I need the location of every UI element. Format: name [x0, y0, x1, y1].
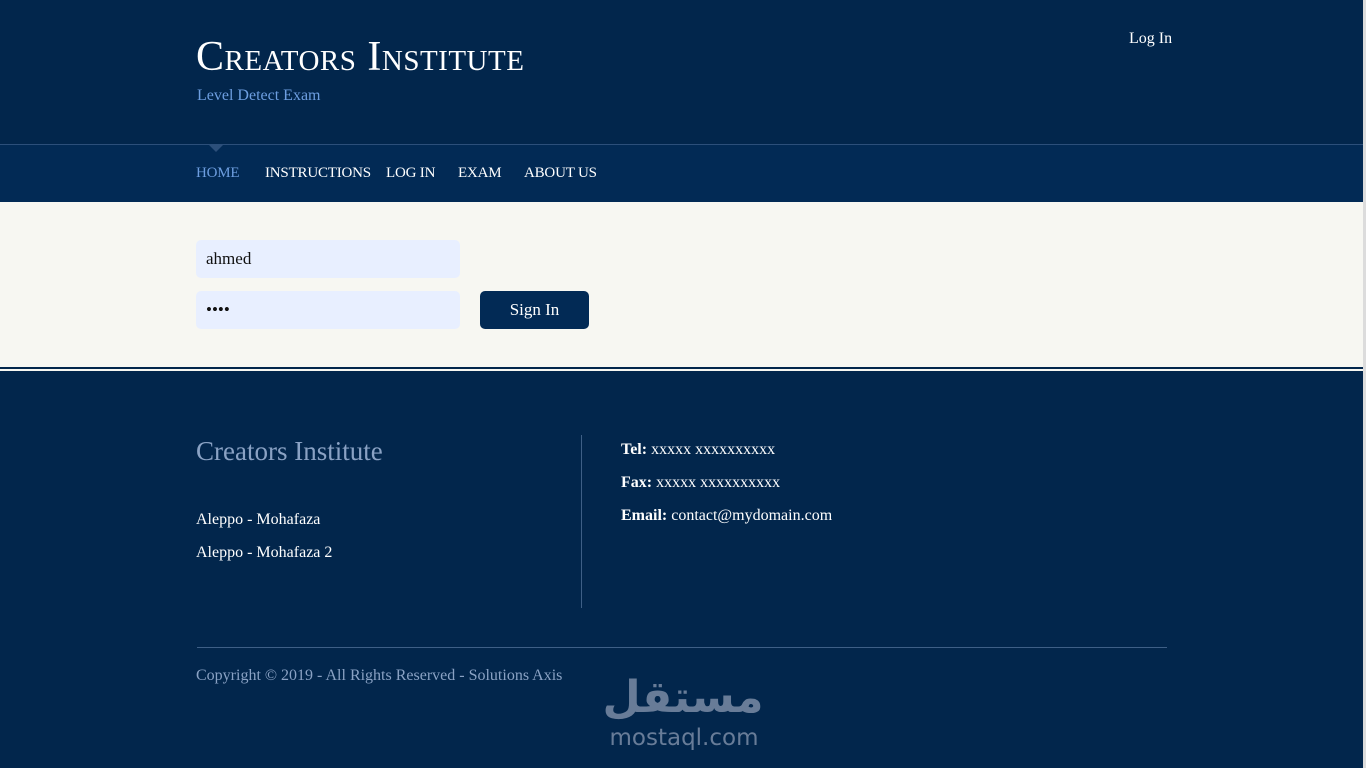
footer-address-1: Aleppo - Mohafaza [196, 511, 321, 528]
fax-label: Fax: [621, 474, 653, 491]
password-input[interactable] [196, 291, 460, 329]
footer-rule [197, 647, 1167, 648]
footer-tel: Tel: xxxxx xxxxxxxxxx [621, 441, 775, 459]
footer-title: Creators Institute [196, 436, 383, 466]
nav-item-exam[interactable]: EXAM [458, 165, 502, 182]
tel-value: xxxxx xxxxxxxxxx [651, 441, 776, 458]
nav-active-indicator [209, 145, 223, 152]
watermark-latin: mostaql.com [609, 725, 759, 751]
nav-item-about-us[interactable]: ABOUT US [524, 165, 597, 182]
site-title: Creators Institute [196, 34, 525, 80]
sign-in-button[interactable]: Sign In [480, 291, 589, 329]
fax-value: xxxxx xxxxxxxxxx [656, 474, 781, 491]
section-divider [0, 369, 1363, 371]
footer-column-divider [581, 435, 582, 608]
main-nav: HOME INSTRUCTIONS LOG IN EXAM ABOUT US [0, 144, 1366, 202]
site-header: Creators Institute Level Detect Exam Log… [0, 0, 1366, 144]
copyright-text: Copyright © 2019 - All Rights Reserved -… [196, 667, 563, 684]
tel-label: Tel: [621, 441, 648, 458]
footer-address-2: Aleppo - Mohafaza 2 [196, 544, 333, 561]
footer-fax: Fax: xxxxx xxxxxxxxxx [621, 474, 780, 492]
watermark-arabic: مستقل [602, 672, 764, 723]
nav-item-login[interactable]: LOG IN [386, 165, 435, 182]
login-section: Sign In [0, 202, 1363, 367]
header-login-link[interactable]: Log In [1129, 30, 1172, 48]
nav-item-instructions[interactable]: INSTRUCTIONS [265, 165, 371, 182]
site-subtitle: Level Detect Exam [197, 87, 321, 104]
footer-email: Email: contact@mydomain.com [621, 507, 832, 525]
email-label: Email: [621, 507, 668, 524]
username-input[interactable] [196, 240, 460, 278]
nav-item-home[interactable]: HOME [196, 165, 240, 182]
mostaql-watermark: مستقل mostaql.com [598, 672, 768, 754]
email-value[interactable]: contact@mydomain.com [671, 507, 832, 524]
